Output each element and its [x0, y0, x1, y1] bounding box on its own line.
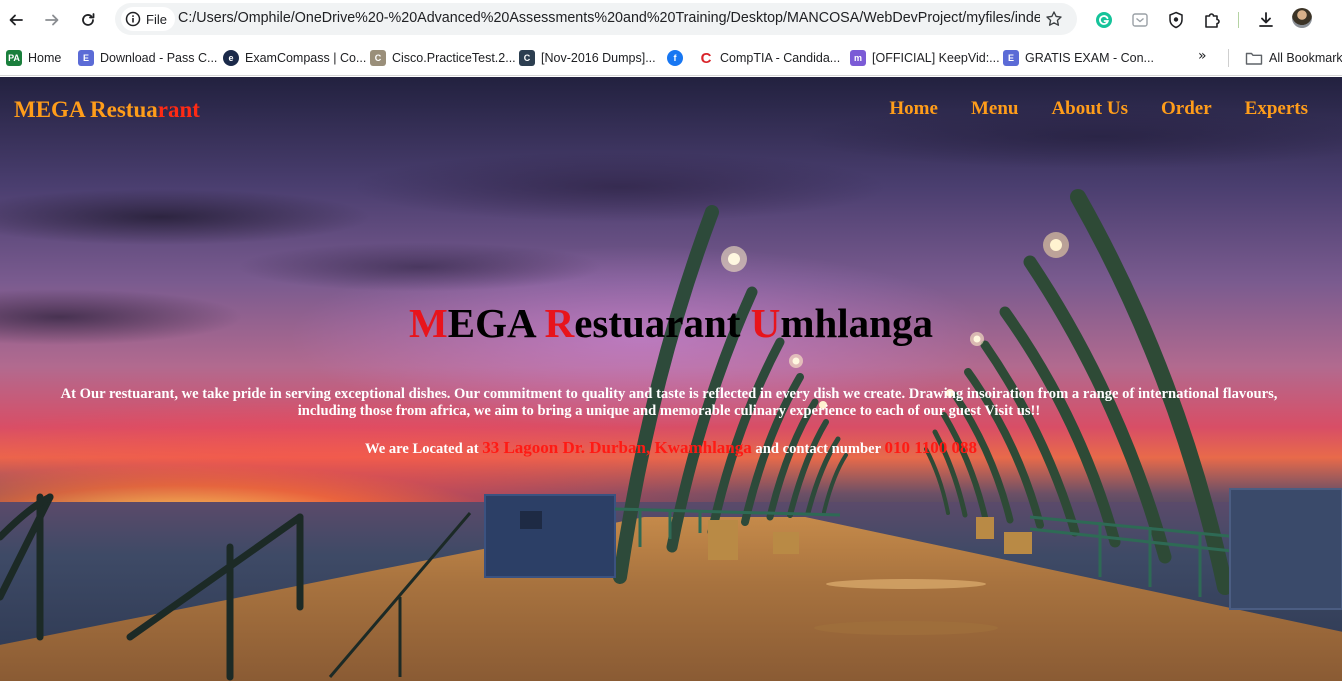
star-icon	[1046, 11, 1062, 26]
download-icon	[1259, 12, 1273, 27]
shield-icon	[1169, 11, 1183, 29]
extensions-button[interactable]	[1201, 9, 1223, 31]
pier-arches-illustration	[0, 189, 1342, 681]
grammarly-extension-button[interactable]	[1093, 9, 1115, 31]
more-bookmarks-button[interactable]: »	[1198, 48, 1207, 64]
bookmark-examcompass[interactable]: e ExamCompass | Co...	[223, 48, 366, 68]
address-bar[interactable]: File C:/Users/Omphile/OneDrive%20-%20Adv…	[115, 3, 1077, 35]
profile-avatar[interactable]	[1292, 8, 1312, 28]
bookmarks-bar: PA Home E Download - Pass C... e ExamCom…	[0, 40, 1342, 76]
pa-favicon-icon: PA	[6, 50, 22, 66]
bookmark-download-pass[interactable]: E Download - Pass C...	[78, 48, 217, 68]
downloads-button[interactable]	[1255, 9, 1277, 31]
bookmark-home[interactable]: PA Home	[6, 48, 61, 68]
phone-highlight: 010 1100 088	[884, 438, 978, 457]
site-logo[interactable]: MEGA Restuarant	[14, 97, 200, 123]
info-icon	[125, 11, 141, 27]
bookmark-gratis-exam[interactable]: E GRATIS EXAM - Con...	[1003, 48, 1154, 68]
nav-link-about-us[interactable]: About Us	[1051, 98, 1128, 120]
site-navigation: Home Menu About Us Order Experts	[889, 98, 1308, 120]
logo-text-part-1: MEGA Restua	[14, 97, 158, 122]
title-initial: M	[409, 300, 448, 346]
reload-icon	[82, 13, 95, 26]
location-line: We are Located at 33 Lagoon Dr. Durban, …	[0, 438, 1342, 458]
site-info-label: File	[146, 11, 167, 27]
hero-description: At Our restuarant, we take pride in serv…	[60, 386, 1278, 419]
title-initial: R	[544, 300, 575, 346]
toolbar-separator	[1238, 12, 1239, 28]
back-button[interactable]	[4, 8, 28, 32]
pocket-icon	[1132, 13, 1148, 27]
doc-favicon-icon: E	[78, 50, 94, 66]
bookmark-cisco[interactable]: C Cisco.PracticeTest.2...	[370, 48, 516, 68]
examcompass-favicon-icon: e	[223, 50, 239, 66]
keepvid-favicon-icon: m	[850, 50, 866, 66]
cisco-favicon-icon: C	[370, 50, 386, 66]
bookmark-comptia[interactable]: C CompTIA - Candida...	[698, 48, 840, 68]
nav-link-menu[interactable]: Menu	[971, 98, 1019, 120]
site-info-chip[interactable]: File	[121, 7, 175, 31]
forward-arrow-icon	[45, 14, 59, 26]
shield-extension-button[interactable]	[1165, 9, 1187, 31]
nav-link-experts[interactable]: Experts	[1245, 98, 1308, 120]
bookmark-nov-2016-dumps[interactable]: C [Nov-2016 Dumps]...	[519, 48, 656, 68]
back-arrow-icon	[9, 14, 23, 26]
title-segment: mhlanga	[780, 300, 933, 346]
bookmark-label: Home	[28, 51, 62, 65]
bookmark-label: Cisco.PracticeTest.2...	[392, 51, 516, 65]
reload-button[interactable]	[76, 8, 100, 32]
dumps-favicon-icon: C	[519, 50, 535, 66]
url-text[interactable]: C:/Users/Omphile/OneDrive%20-%20Advanced…	[178, 10, 1040, 26]
address-highlight: 33 Lagoon Dr. Durban, Kwamhlanga	[482, 438, 752, 457]
grammarly-icon	[1096, 12, 1112, 28]
browser-toolbar: File C:/Users/Omphile/OneDrive%20-%20Adv…	[0, 0, 1342, 40]
bookmark-label: [OFFICIAL] KeepVid:...	[872, 51, 1000, 65]
bookmark-label: CompTIA - Candida...	[720, 51, 841, 65]
location-prefix: We are Located at	[364, 441, 483, 457]
bookmark-facebook[interactable]: f	[667, 48, 683, 68]
title-segment: EGA	[447, 300, 545, 346]
nav-link-home[interactable]: Home	[889, 98, 938, 120]
logo-text-part-2: rant	[157, 97, 200, 122]
bookmarks-separator	[1228, 49, 1229, 67]
bookmark-label: [Nov-2016 Dumps]...	[541, 51, 656, 65]
bookmark-keepvid[interactable]: m [OFFICIAL] KeepVid:...	[850, 48, 1000, 68]
all-bookmarks-label: All Bookmarks	[1269, 51, 1342, 65]
puzzle-piece-icon	[1205, 13, 1220, 28]
title-segment: estuarant	[574, 300, 751, 346]
pocket-extension-button[interactable]	[1129, 9, 1151, 31]
forward-button[interactable]	[40, 8, 64, 32]
comptia-favicon-icon: C	[698, 50, 714, 67]
nav-link-order[interactable]: Order	[1161, 98, 1212, 120]
all-bookmarks-button[interactable]: All Bookmarks	[1245, 48, 1342, 68]
doc-favicon-icon: E	[1003, 50, 1019, 66]
bookmark-label: ExamCompass | Co...	[245, 51, 367, 65]
title-initial: U	[750, 300, 781, 346]
page-viewport: MEGA Restuarant Home Menu About Us Order…	[0, 77, 1342, 681]
bookmark-label: Download - Pass C...	[100, 51, 218, 65]
hero-title: MEGA Restuarant Umhlanga	[0, 299, 1342, 347]
facebook-favicon-icon: f	[667, 50, 683, 66]
bookmark-label: GRATIS EXAM - Con...	[1025, 51, 1154, 65]
bookmark-star-button[interactable]	[1043, 8, 1065, 30]
location-mid: and contact number	[751, 441, 885, 457]
folder-icon	[1245, 52, 1263, 65]
